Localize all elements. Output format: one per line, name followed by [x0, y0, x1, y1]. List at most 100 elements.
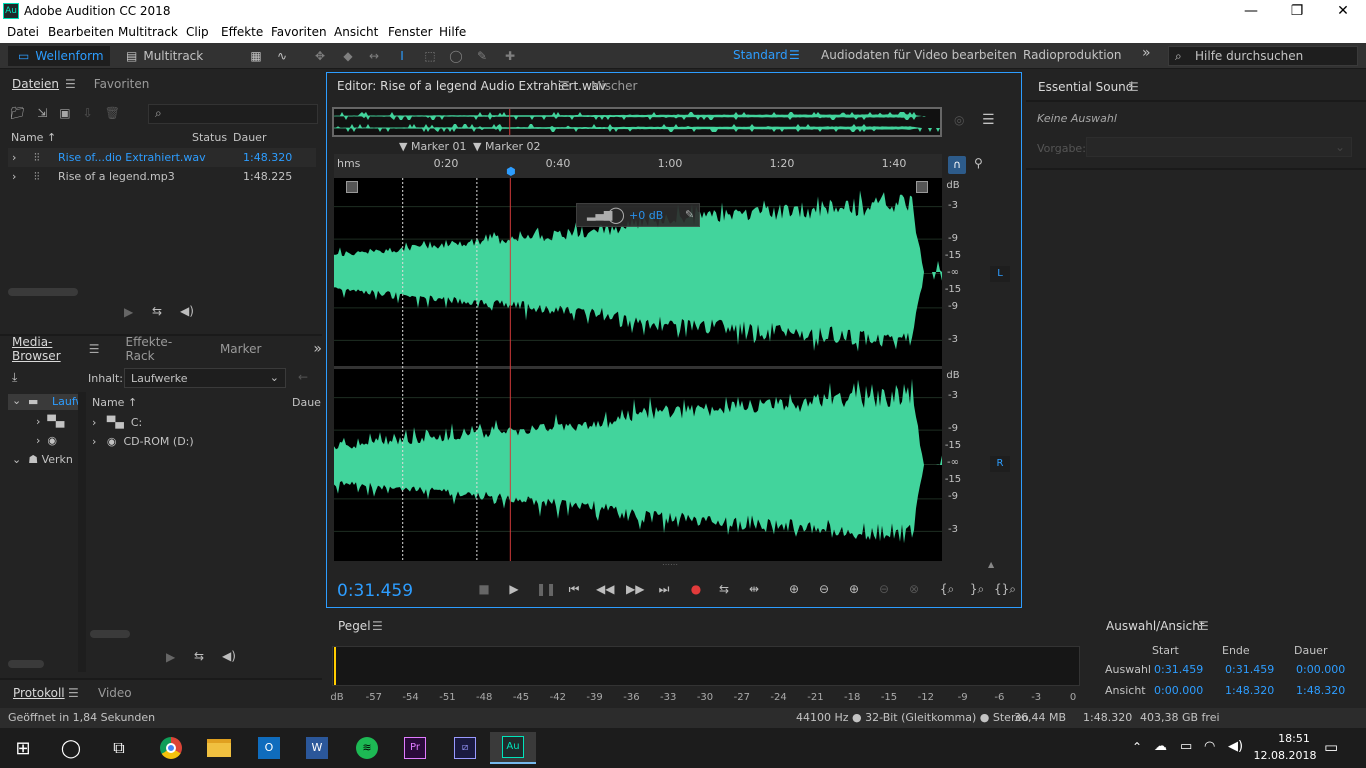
files-column-duration[interactable]: Dauer [233, 131, 266, 144]
zoom-full-icon[interactable]: {}⌕ [994, 582, 1016, 596]
pitch-display-icon[interactable]: ∿ [274, 48, 290, 64]
menu-bearbeiten[interactable]: Bearbeiten [48, 25, 114, 39]
list-view-icon[interactable]: ☰ [982, 112, 995, 128]
workspace-radio[interactable]: Radioproduktion [1023, 48, 1122, 62]
time-ruler[interactable] [334, 154, 942, 178]
editor-menu-icon[interactable]: ☰ [559, 79, 570, 93]
channel-right-toggle[interactable]: R [990, 456, 1010, 472]
skip-selection-icon[interactable]: ⇹ [746, 582, 762, 596]
clock-time[interactable]: 18:51 [1266, 732, 1322, 745]
insert-icon[interactable]: ⇩ [83, 106, 93, 120]
premiere-icon[interactable]: Pr [392, 732, 438, 764]
show-hidden-icons-icon[interactable]: ⌃ [1132, 740, 1142, 754]
loop-file-icon[interactable]: ⇆ [152, 304, 162, 318]
tree-item-laufwerke[interactable]: ⌄ ▬ Laufw [8, 394, 85, 410]
essential-sound-menu-icon[interactable]: ☰ [1128, 80, 1139, 94]
cortana-icon[interactable]: ◯ [48, 732, 94, 764]
skip-to-start-icon[interactable]: ⏮ [566, 582, 582, 596]
pin-icon[interactable]: ✎ [685, 208, 694, 221]
menu-hilfe[interactable]: Hilfe [439, 25, 466, 39]
selection-duration[interactable]: 0:00.000 [1296, 663, 1345, 676]
razor-tool-icon[interactable]: ◆ [340, 48, 356, 64]
playhead-handle[interactable]: ⬢ [506, 165, 516, 178]
spot-healing-tool-icon[interactable]: ✚ [502, 48, 518, 64]
battery-icon[interactable]: ▭ [1180, 739, 1192, 754]
menu-datei[interactable]: Datei [7, 25, 39, 39]
audition-taskbar-icon[interactable]: Au [490, 732, 536, 764]
level-menu-icon[interactable]: ☰ [372, 619, 383, 633]
add-marker-icon[interactable]: ⚲ [974, 156, 983, 170]
files-column-status[interactable]: Status [192, 131, 227, 144]
gain-knob-icon[interactable]: ◯ [607, 205, 625, 224]
menu-multitrack[interactable]: Multitrack [118, 25, 178, 39]
view-end[interactable]: 1:48.320 [1225, 684, 1274, 697]
more-tabs-icon[interactable]: » [313, 341, 322, 357]
file-row[interactable]: › ⫶⫶ Rise of a legend.mp3 1:48.225 [8, 167, 316, 186]
spectral-display-icon[interactable]: ▦ [248, 48, 264, 64]
media-column-duration[interactable]: Daue [292, 396, 321, 409]
download-icon[interactable]: ⤓ [12, 370, 17, 385]
tab-favoriten[interactable]: Favoriten [82, 77, 162, 91]
view-duration[interactable]: 1:48.320 [1296, 684, 1345, 697]
delete-icon[interactable]: 🗑︎ [105, 106, 120, 120]
tab-video[interactable]: Video [86, 686, 144, 700]
horizontal-scroll-grip[interactable]: ⋯⋯ [650, 561, 690, 569]
rewind-icon[interactable]: ◀◀ [596, 582, 614, 596]
menu-clip[interactable]: Clip [186, 25, 209, 39]
zoom-out-time-icon[interactable]: ⊖ [876, 582, 892, 596]
autoplay-icon[interactable]: ◀) [180, 304, 194, 318]
tree-item-verknuepfungen[interactable]: ⌄ ☗ Verkn [12, 453, 73, 466]
selection-start[interactable]: 0:31.459 [1154, 663, 1203, 676]
zoom-selection-right-icon[interactable]: }⌕ [966, 582, 988, 596]
selection-end[interactable]: 0:31.459 [1225, 663, 1274, 676]
channel-left-toggle[interactable]: L [990, 266, 1010, 282]
zoom-selection-icon[interactable]: {⌕ [936, 582, 958, 596]
tab-effekte-rack[interactable]: Effekte-Rack [114, 335, 198, 363]
files-scrollbar[interactable] [8, 288, 78, 296]
chrome-icon[interactable] [148, 732, 194, 764]
tab-protokoll[interactable]: Protokoll [13, 686, 65, 700]
tab-dateien[interactable]: Dateien [0, 77, 71, 91]
files-search-input[interactable]: ⌕ [148, 104, 318, 124]
outlook-icon[interactable]: O [246, 732, 292, 764]
marker-02[interactable]: ▼ Marker 02 [473, 140, 540, 153]
clock-date[interactable]: 12.08.2018 [1252, 749, 1318, 762]
workspace-menu-icon[interactable]: ☰ [789, 48, 800, 62]
open-folder-icon[interactable]: 📁︎ [10, 106, 25, 120]
media-panel-menu-icon[interactable]: ☰ [89, 342, 100, 356]
play-file-icon[interactable]: ▶ [124, 305, 133, 319]
list-item[interactable]: › ◉ CD-ROM (D:) [92, 435, 194, 448]
import-icon[interactable]: ⇲ [37, 106, 47, 120]
waveform-mode-button[interactable]: ▭ Wellenform [8, 46, 110, 66]
after-effects-icon[interactable]: ⧄ [442, 732, 488, 764]
snap-magnet-icon[interactable]: ∩ [948, 156, 966, 174]
autoplay-media-icon[interactable]: ◀) [222, 649, 236, 663]
zoom-in-amplitude-icon[interactable]: ⊕ [786, 582, 802, 596]
record-icon[interactable]: ● [688, 582, 704, 596]
fast-forward-icon[interactable]: ▶▶ [626, 582, 644, 596]
pause-icon[interactable]: ❚❚ [536, 582, 556, 596]
zoom-navigator-icon[interactable]: ◎ [954, 113, 964, 127]
windows-start-icon[interactable]: ⊞ [0, 732, 46, 764]
menu-ansicht[interactable]: Ansicht [334, 25, 378, 39]
menu-fenster[interactable]: Fenster [388, 25, 433, 39]
view-start[interactable]: 0:00.000 [1154, 684, 1203, 697]
maximize-button[interactable]: ❐ [1274, 0, 1320, 22]
menu-favoriten[interactable]: Favoriten [271, 25, 327, 39]
time-display[interactable]: 0:31.459 [337, 581, 413, 601]
play-icon[interactable]: ▶ [506, 582, 522, 596]
channel-separator[interactable] [334, 366, 942, 369]
workspace-standard[interactable]: Standard [733, 48, 788, 62]
multitrack-mode-button[interactable]: ▤ Multitrack [116, 46, 203, 66]
fade-out-handle[interactable] [916, 181, 928, 193]
tree-scrollbar[interactable] [8, 660, 44, 668]
hud-gain-value[interactable]: +0 dB [629, 209, 663, 222]
back-arrow-icon[interactable]: ← [298, 370, 308, 384]
time-selection-tool-icon[interactable]: I [394, 48, 410, 64]
level-title[interactable]: Pegel [338, 619, 371, 633]
task-view-icon[interactable]: ⧉ [96, 732, 142, 764]
file-row[interactable]: › ⫶⫶ Rise of...dio Extrahiert.wav 1:48.3… [8, 148, 316, 167]
list-item[interactable]: › ▀▄ C: [92, 416, 142, 429]
move-tool-icon[interactable]: ✥ [312, 48, 328, 64]
action-center-icon[interactable]: ▭ [1324, 738, 1338, 756]
